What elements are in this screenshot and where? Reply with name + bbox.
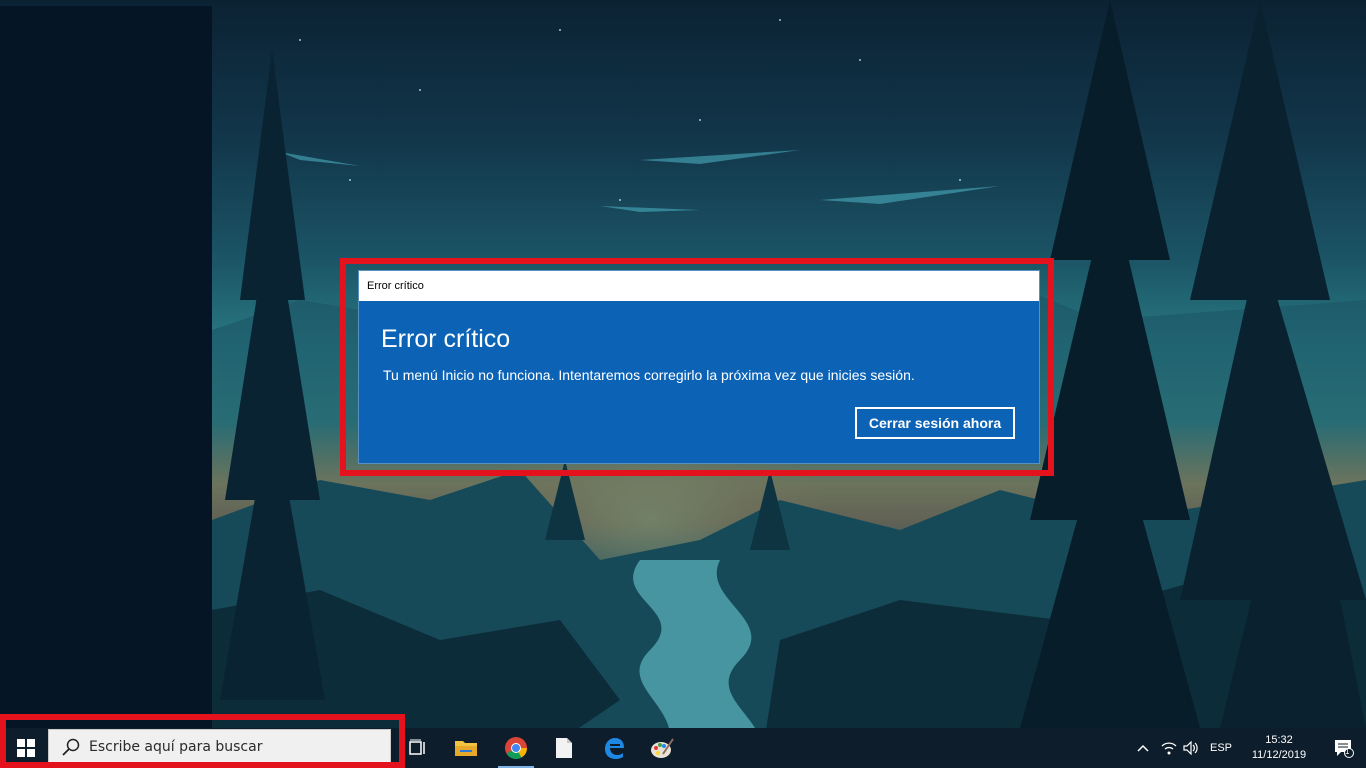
folder-icon bbox=[455, 741, 477, 756]
redacted-panel bbox=[0, 6, 212, 728]
clock[interactable]: 15:32 11/12/2019 bbox=[1240, 728, 1318, 768]
desktop: Error crítico Error crítico Tu menú Inic… bbox=[0, 0, 1366, 768]
clock-date: 11/12/2019 bbox=[1251, 749, 1307, 761]
chrome-icon bbox=[505, 737, 527, 759]
paint-palette-icon bbox=[651, 738, 674, 758]
wifi-icon bbox=[1161, 742, 1177, 755]
document-icon bbox=[556, 738, 572, 758]
clock-time: 15:32 bbox=[1265, 734, 1293, 746]
edge-button[interactable] bbox=[592, 728, 636, 768]
file-explorer-button[interactable] bbox=[444, 728, 488, 768]
task-view-icon bbox=[409, 739, 425, 755]
action-center-button[interactable]: 1 bbox=[1326, 728, 1362, 768]
show-hidden-icons-button[interactable] bbox=[1132, 728, 1154, 768]
chevron-up-icon bbox=[1137, 744, 1149, 752]
volume-button[interactable] bbox=[1180, 728, 1202, 768]
notification-icon bbox=[1335, 740, 1354, 758]
file-button[interactable] bbox=[542, 728, 586, 768]
system-tray: ESP 15:32 11/12/2019 1 bbox=[1136, 728, 1366, 768]
paint-button[interactable] bbox=[640, 728, 684, 768]
network-button[interactable] bbox=[1158, 728, 1180, 768]
input-language-indicator[interactable]: ESP bbox=[1206, 728, 1236, 768]
dialog-highlight-frame bbox=[340, 258, 1054, 476]
notification-count: 1 bbox=[1345, 747, 1350, 756]
edge-icon bbox=[605, 738, 624, 759]
chrome-button[interactable] bbox=[494, 728, 538, 768]
speaker-icon bbox=[1183, 741, 1198, 755]
search-highlight-frame bbox=[0, 714, 405, 768]
language-label: ESP bbox=[1209, 742, 1232, 754]
